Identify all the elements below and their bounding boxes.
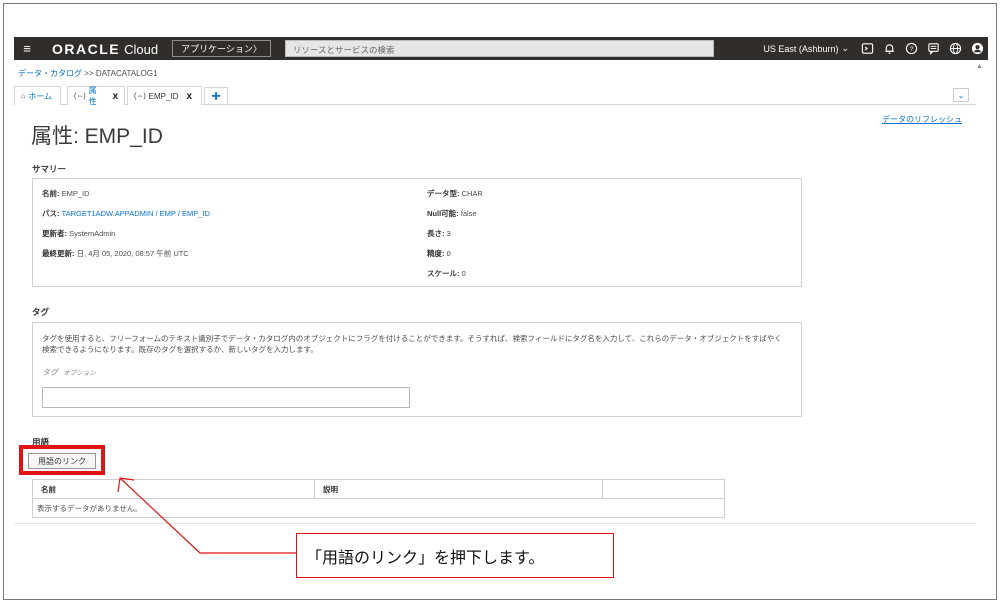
tab-home-label: ホーム xyxy=(28,91,52,101)
cloud-shell-icon[interactable] xyxy=(861,42,874,55)
breadcrumb-data-catalog[interactable]: データ・カタログ xyxy=(18,69,82,78)
help-icon[interactable]: ? xyxy=(905,42,918,55)
close-icon[interactable]: x xyxy=(186,91,192,102)
summary-length-value: 3 xyxy=(446,229,451,238)
tags-field-hint: オプション xyxy=(63,370,96,377)
bell-icon[interactable] xyxy=(883,42,896,55)
region-label: US East (Ashburn) xyxy=(763,43,839,54)
tab-emp-id-label: EMP_ID xyxy=(148,91,179,101)
tab-attribute[interactable]: (⇔) 属性 x xyxy=(67,86,125,106)
user-icon[interactable] xyxy=(971,42,984,55)
tab-home[interactable]: ⌂ ホーム xyxy=(14,86,61,105)
region-selector[interactable]: US East (Ashburn) ⌄ xyxy=(763,43,849,54)
summary-data-type: データ型: CHAR xyxy=(427,188,483,199)
oracle-cloud-logo[interactable]: ORACLE Cloud xyxy=(52,41,158,57)
summary-nullable-key: Null可能: xyxy=(427,209,459,218)
summary-updated-by-key: 更新者: xyxy=(42,229,67,238)
summary-path-key: パス: xyxy=(42,209,60,218)
summary-length: 長さ: 3 xyxy=(427,228,451,239)
tags-field-label: タグ オプション xyxy=(42,367,96,378)
summary-scale: スケール: 0 xyxy=(427,268,466,279)
summary-nullable-value: false xyxy=(460,209,477,218)
brand-oracle: ORACLE xyxy=(52,40,121,57)
summary-data-type-value: CHAR xyxy=(461,189,483,198)
refresh-data-link[interactable]: データのリフレッシュ xyxy=(882,114,962,125)
summary-updated-by-value: SystemAdmin xyxy=(69,229,116,238)
svg-text:?: ? xyxy=(910,46,914,53)
column-header-description[interactable]: 説明 xyxy=(315,480,603,498)
add-tab-button[interactable]: + xyxy=(204,87,228,105)
chevron-down-icon: ⌄ xyxy=(841,43,849,53)
attribute-icon: (⇔) xyxy=(134,92,146,100)
attribute-icon: (⇔) xyxy=(74,92,86,100)
annotation-arrow xyxy=(117,477,296,554)
applications-button[interactable]: アプリケーション〉 xyxy=(172,40,271,57)
summary-data-type-key: データ型: xyxy=(427,189,460,198)
scroll-up-icon[interactable]: ▲ xyxy=(976,63,983,70)
summary-precision-value: 0 xyxy=(446,249,451,258)
summary-name-value: EMP_ID xyxy=(61,189,90,198)
breadcrumb-current: DATACATALOG1 xyxy=(95,69,158,78)
summary-path-link[interactable]: TARGET1ADW.APPADMIN / EMP / EMP_ID xyxy=(62,209,210,218)
home-icon: ⌂ xyxy=(21,92,26,100)
summary-updated-by: 更新者: SystemAdmin xyxy=(42,228,115,239)
summary-last-updated-value: 日, 4月 05, 2020, 08:57 午前 UTC xyxy=(76,249,189,258)
summary-precision-key: 精度: xyxy=(427,249,445,258)
annotation-callout: 「用語のリンク」を押下します。 xyxy=(296,533,614,578)
page-title: 属性: EMP_ID xyxy=(31,125,163,148)
search-input[interactable]: リソースとサービスの検索 xyxy=(284,40,714,57)
tags-heading: タグ xyxy=(32,307,50,317)
console-header: ≡ ORACLE Cloud アプリケーション〉 リソースとサービスの検索 US… xyxy=(14,37,988,60)
tab-overflow-chevron-icon[interactable]: ⌄ xyxy=(953,88,969,102)
tags-field-label-text: タグ xyxy=(42,368,58,377)
tags-input[interactable] xyxy=(42,387,410,408)
chat-icon[interactable] xyxy=(927,42,940,55)
summary-last-updated-key: 最終更新: xyxy=(42,249,75,258)
breadcrumb-separator: >> xyxy=(84,69,94,78)
summary-precision: 精度: 0 xyxy=(427,248,451,259)
tab-attribute-label: 属性 xyxy=(88,86,97,106)
tab-bar: ⌂ ホーム (⇔) 属性 x (⇔) EMP_ID x + xyxy=(14,86,976,106)
summary-panel xyxy=(32,178,802,287)
brand-cloud: Cloud xyxy=(124,41,159,57)
hamburger-menu-icon[interactable]: ≡ xyxy=(16,41,38,56)
summary-name-key: 名前: xyxy=(42,189,60,198)
summary-last-updated: 最終更新: 日, 4月 05, 2020, 08:57 午前 UTC xyxy=(42,248,189,259)
summary-scale-key: スケール: xyxy=(427,269,460,278)
breadcrumb: データ・カタログ >> DATACATALOG1 xyxy=(18,68,157,79)
summary-length-key: 長さ: xyxy=(427,229,445,238)
summary-heading: サマリー xyxy=(32,164,67,174)
column-header-empty xyxy=(603,480,724,498)
summary-path: パス: TARGET1ADW.APPADMIN / EMP / EMP_ID xyxy=(42,208,210,219)
tab-emp-id[interactable]: (⇔) EMP_ID x xyxy=(127,86,202,105)
summary-scale-value: 0 xyxy=(461,269,466,278)
summary-name: 名前: EMP_ID xyxy=(42,188,90,199)
button-highlight-box xyxy=(19,445,105,475)
globe-icon[interactable] xyxy=(949,42,962,55)
tags-description: タグを使用すると、フリーフォームのテキスト識別子でデータ・カタログ内のオブジェク… xyxy=(42,334,782,354)
summary-nullable: Null可能: false xyxy=(427,208,477,219)
close-icon[interactable]: x xyxy=(112,91,118,102)
